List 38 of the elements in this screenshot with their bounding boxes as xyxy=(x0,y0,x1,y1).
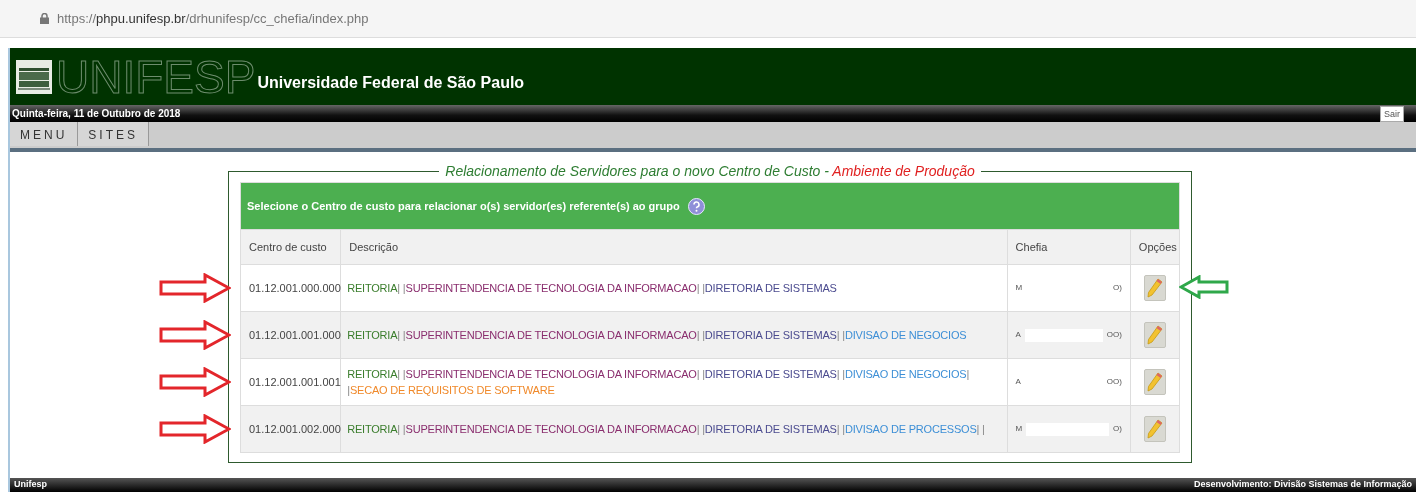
edit-button[interactable] xyxy=(1143,369,1166,395)
credits-text: Desenvolvimento: Divisão Sistemas de Informação xyxy=(1193,478,1412,492)
manager-id: OO) xyxy=(1106,376,1122,388)
manager-name: A xyxy=(1015,376,1021,388)
column-header: Descrição xyxy=(340,229,1008,265)
description-cell: REITORIA| |SUPERINTENDENCIA DE TECNOLOGIA DA INFORMACAO| |DIRETORIA DE SISTEMAS xyxy=(340,264,1008,312)
edit-button[interactable] xyxy=(1143,416,1166,442)
url-text[interactable]: https://phpu.unifesp.br/drhunifesp/cc_chefia/index.php xyxy=(57,8,369,29)
menu-item[interactable]: MENU xyxy=(10,122,79,146)
manager-name: M xyxy=(1015,423,1023,435)
manager-id: OO) xyxy=(1106,329,1122,341)
date-text: Quinta-feira, 11 de Outubro de 2018 xyxy=(12,107,181,121)
description-cell: REITORIA| |SUPERINTENDENCIA DE TECNOLOGIA DA INFORMACAO| |DIRETORIA DE SISTEMAS| |DIVISAO DE PROCESSOS| | xyxy=(340,405,1008,453)
pencil-icon xyxy=(1146,278,1163,298)
pencil-icon xyxy=(1146,325,1163,345)
manager-name: A xyxy=(1015,329,1021,341)
pencil-icon xyxy=(1146,419,1163,439)
edit-button[interactable] xyxy=(1143,275,1166,301)
pencil-icon xyxy=(1146,372,1163,392)
menu-item[interactable]: SITES xyxy=(78,122,150,146)
manager-id: O) xyxy=(1112,282,1122,294)
lock-icon xyxy=(40,13,49,24)
panel-legend: Relacionamento de Servidores para o novo Centro de Custo - Ambiente de Produção xyxy=(439,162,981,180)
wordmark: UNIFESP xyxy=(56,53,256,100)
help-icon[interactable] xyxy=(687,197,705,215)
column-header: Chefia xyxy=(1007,229,1131,265)
description-cell: REITORIA| |SUPERINTENDENCIA DE TECNOLOGIA DA INFORMACAO| |DIRETORIA DE SISTEMAS| |DIVISAO DE NEGOCIOS| |SECAO DE REQUISITOS DE SOFTWARE xyxy=(340,358,1008,406)
column-header: Centro de custo xyxy=(240,229,341,265)
logo-icon xyxy=(16,59,52,94)
site-title: Universidade Federal de São Paulo xyxy=(257,73,525,93)
description-cell: REITORIA| |SUPERINTENDENCIA DE TECNOLOGIA DA INFORMACAO| |DIRETORIA DE SISTEMAS| |DIVISAO DE NEGOCIOS xyxy=(340,311,1008,359)
edit-button[interactable] xyxy=(1143,322,1166,348)
manager-id: O) xyxy=(1112,423,1122,435)
column-header: Opções xyxy=(1130,229,1180,265)
logout-button[interactable]: Sair xyxy=(1380,105,1404,122)
instruction-text: Selecione o Centro de custo para relacionar o(s) servidor(es) referente(s) ao grupo xyxy=(247,198,680,214)
footer-text: Unifesp xyxy=(14,478,47,492)
manager-name: M xyxy=(1015,282,1023,294)
